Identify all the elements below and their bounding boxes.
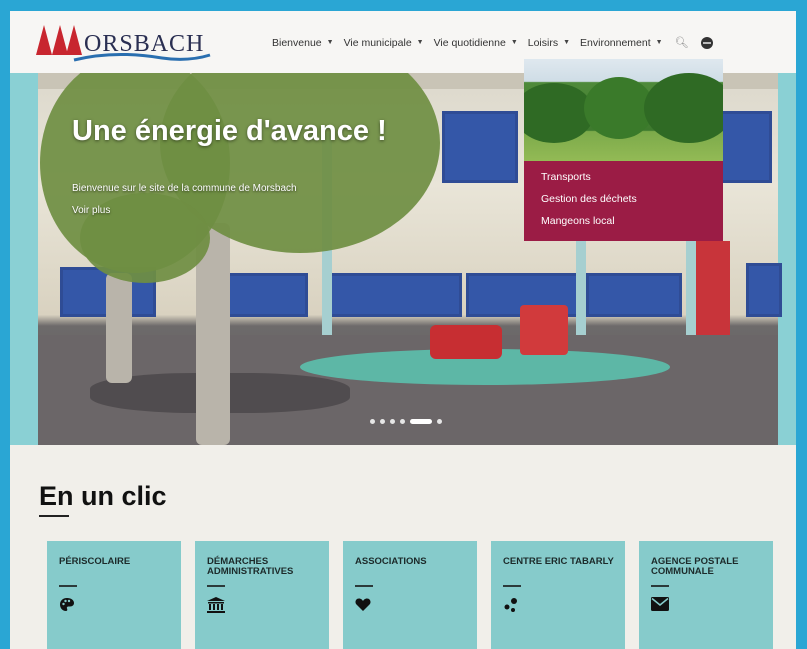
page: ORSBACH Bienvenue ▼ Vie municipale ▼ Vie q…: [10, 11, 796, 649]
hero-window: [442, 111, 518, 183]
chevron-down-icon: ▼: [416, 39, 424, 46]
logo-wave-icon: [73, 53, 211, 62]
card-underline: [355, 585, 373, 587]
site-logo[interactable]: ORSBACH: [36, 17, 216, 71]
dropdown-photo: [524, 59, 723, 161]
section-title-underline: [39, 515, 69, 517]
dropdown-item-transports[interactable]: Transports: [541, 171, 637, 183]
card-underline: [503, 585, 521, 587]
chevron-down-icon: ▼: [510, 39, 518, 46]
hero-subtitle: Bienvenue sur le site de la commune de M…: [72, 183, 297, 194]
card-demarches[interactable]: Démarches administratives: [195, 541, 329, 649]
card-associations[interactable]: Associations: [343, 541, 477, 649]
institution-icon: [207, 597, 225, 613]
hero-title: Une énergie d'avance !: [72, 115, 387, 147]
environnement-dropdown: Transports Gestion des déchets Mangeons …: [524, 59, 723, 241]
chevron-down-icon: ▼: [655, 39, 663, 46]
dropdown-item-mangeons-local[interactable]: Mangeons local: [541, 215, 637, 227]
nav-item-bienvenue[interactable]: Bienvenue ▼: [272, 37, 334, 49]
molecule-icon: [504, 598, 517, 612]
hero-window: [586, 273, 682, 317]
nav-item-vie-quotidienne[interactable]: Vie quotidienne ▼: [434, 37, 518, 49]
card-agence-postale[interactable]: Agence postale communale: [639, 541, 773, 649]
nav-item-environnement[interactable]: Environnement ▼: [580, 37, 663, 49]
card-label: Démarches administratives: [207, 556, 294, 577]
quick-links-section: En un clic Périscolaire Démarches admini…: [10, 445, 796, 649]
chevron-down-icon: ▼: [563, 39, 571, 46]
slider-dot[interactable]: [400, 419, 405, 424]
hero-door: [696, 241, 730, 337]
card-underline: [207, 585, 225, 587]
card-label: Périscolaire: [59, 556, 131, 567]
chevron-down-icon: ▼: [326, 39, 334, 46]
slider-dot[interactable]: [380, 419, 385, 424]
card-label: Agence postale communale: [651, 556, 739, 577]
search-icon[interactable]: 🔍︎: [675, 36, 689, 49]
slider-dot[interactable]: [370, 419, 375, 424]
main-nav: Bienvenue ▼ Vie municipale ▼ Vie quotidien…: [272, 36, 713, 49]
hero-window: [326, 273, 462, 317]
dropdown-photo-tree: [644, 73, 723, 143]
card-underline: [59, 585, 77, 587]
globe-icon[interactable]: [700, 36, 713, 49]
nav-item-loisirs[interactable]: Loisirs ▼: [528, 37, 570, 49]
card-label: Centre Eric Tabarly: [503, 556, 614, 567]
hero-window: [746, 263, 782, 317]
card-centre-eric-tabarly[interactable]: Centre Eric Tabarly: [491, 541, 625, 649]
card-label: Associations: [355, 556, 427, 567]
section-title: En un clic: [39, 481, 167, 511]
slider-dots: [370, 419, 447, 424]
hero-more-link[interactable]: Voir plus: [72, 205, 110, 216]
slider-dot[interactable]: [437, 419, 442, 424]
palette-icon: [60, 598, 74, 611]
nav-item-vie-municipale[interactable]: Vie municipale ▼: [344, 37, 424, 49]
envelope-icon: [651, 597, 669, 611]
hero-toy-train: [430, 325, 502, 359]
heart-icon: [355, 598, 371, 611]
dropdown-item-gestion-dechets[interactable]: Gestion des déchets: [541, 193, 637, 205]
card-periscolaire[interactable]: Périscolaire: [47, 541, 181, 649]
slider-dot[interactable]: [390, 419, 395, 424]
card-underline: [651, 585, 669, 587]
dropdown-menu: Transports Gestion des déchets Mangeons …: [541, 171, 637, 237]
slider-dot-active[interactable]: [410, 419, 432, 424]
hero-toy-engine: [520, 305, 568, 355]
hero-tree-trunk: [106, 273, 132, 383]
